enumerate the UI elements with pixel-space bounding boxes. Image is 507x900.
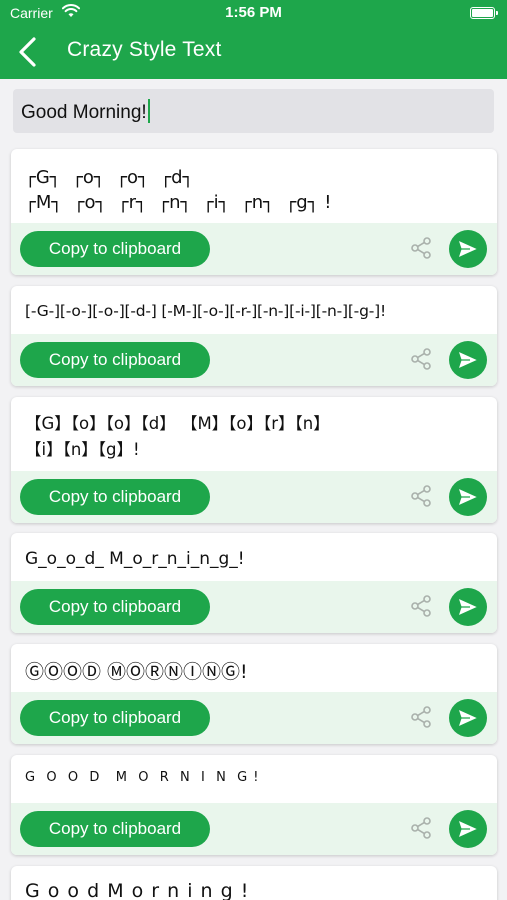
share-icon[interactable] bbox=[409, 594, 433, 618]
copy-to-clipboard-button[interactable]: Copy to clipboard bbox=[20, 479, 210, 515]
send-icon bbox=[457, 239, 479, 259]
card-action-bar: Copy to clipboard bbox=[11, 803, 497, 855]
copy-to-clipboard-button[interactable]: Copy to clipboard bbox=[20, 589, 210, 625]
style-card: 【G】【o】【o】【d】 【M】【o】【r】【n】 【i】【n】【g】! Cop… bbox=[11, 397, 497, 523]
style-text: G o o d M o r n i n g ! bbox=[25, 880, 250, 900]
share-icon[interactable] bbox=[409, 705, 433, 729]
send-icon bbox=[457, 597, 479, 617]
copy-to-clipboard-button[interactable]: Copy to clipboard bbox=[20, 342, 210, 378]
style-card: ┌G┐ ┌o┐ ┌o┐ ┌d┐ ┌M┐ ┌o┐ ┌r┐ ┌n┐ ┌i┐ ┌n┐ … bbox=[11, 149, 497, 275]
style-text: [-G-][-o-][-o-][-d-] [-M-][-o-][-r-][-n-… bbox=[25, 302, 386, 320]
send-icon bbox=[457, 819, 479, 839]
style-card: [-G-][-o-][-o-][-d-] [-M-][-o-][-r-][-n-… bbox=[11, 286, 497, 386]
text-caret bbox=[147, 99, 150, 123]
status-time: 1:56 PM bbox=[225, 4, 282, 21]
style-card: G o o d M o r n i n g ! bbox=[11, 866, 497, 900]
copy-to-clipboard-button[interactable]: Copy to clipboard bbox=[20, 811, 210, 847]
battery-icon bbox=[470, 7, 498, 19]
share-icon[interactable] bbox=[409, 816, 433, 840]
send-button[interactable] bbox=[449, 341, 487, 379]
share-icon[interactable] bbox=[409, 484, 433, 508]
send-button[interactable] bbox=[449, 588, 487, 626]
style-card: G_o_o_d_ M_o_r_n_i_n_g_! Copy to clipboa… bbox=[11, 533, 497, 633]
card-action-bar: Copy to clipboard bbox=[11, 223, 497, 275]
card-action-bar: Copy to clipboard bbox=[11, 471, 497, 523]
style-card: ⒼⓄⓄⒹ ⓂⓄⓇⓃⒾⓃⒼ! Copy to clipboard bbox=[11, 644, 497, 744]
style-text: G O O D M O R N I N G ! bbox=[25, 770, 260, 785]
style-text: G_o_o_d_ M_o_r_n_i_n_g_! bbox=[25, 549, 245, 569]
card-action-bar: Copy to clipboard bbox=[11, 581, 497, 633]
card-action-bar: Copy to clipboard bbox=[11, 692, 497, 744]
send-icon bbox=[457, 708, 479, 728]
share-icon[interactable] bbox=[409, 236, 433, 260]
card-action-bar: Copy to clipboard bbox=[11, 334, 497, 386]
send-button[interactable] bbox=[449, 230, 487, 268]
style-card: G O O D M O R N I N G ! Copy to clipboar… bbox=[11, 755, 497, 855]
style-text: 【G】【o】【o】【d】 【M】【o】【r】【n】 【i】【n】【g】! bbox=[25, 414, 330, 459]
text-input-value: Good Morning! bbox=[21, 102, 147, 123]
style-text: ⒼⓄⓄⒹ ⓂⓄⓇⓃⒾⓃⒼ! bbox=[25, 661, 248, 683]
send-button[interactable] bbox=[449, 478, 487, 516]
send-icon bbox=[457, 350, 479, 370]
text-input[interactable]: Good Morning! bbox=[13, 89, 494, 133]
copy-to-clipboard-button[interactable]: Copy to clipboard bbox=[20, 700, 210, 736]
status-bar: Carrier 1:56 PM bbox=[0, 0, 507, 28]
send-icon bbox=[457, 487, 479, 507]
style-text: ┌G┐ ┌o┐ ┌o┐ ┌d┐ ┌M┐ ┌o┐ ┌r┐ ┌n┐ ┌i┐ ┌n┐ … bbox=[25, 167, 332, 213]
copy-to-clipboard-button[interactable]: Copy to clipboard bbox=[20, 231, 210, 267]
send-button[interactable] bbox=[449, 810, 487, 848]
page-title: Crazy Style Text bbox=[67, 38, 222, 61]
send-button[interactable] bbox=[449, 699, 487, 737]
nav-bar: Carrier 1:56 PM Crazy Style Text bbox=[0, 0, 507, 79]
share-icon[interactable] bbox=[409, 347, 433, 371]
back-chevron-icon[interactable] bbox=[14, 36, 42, 68]
